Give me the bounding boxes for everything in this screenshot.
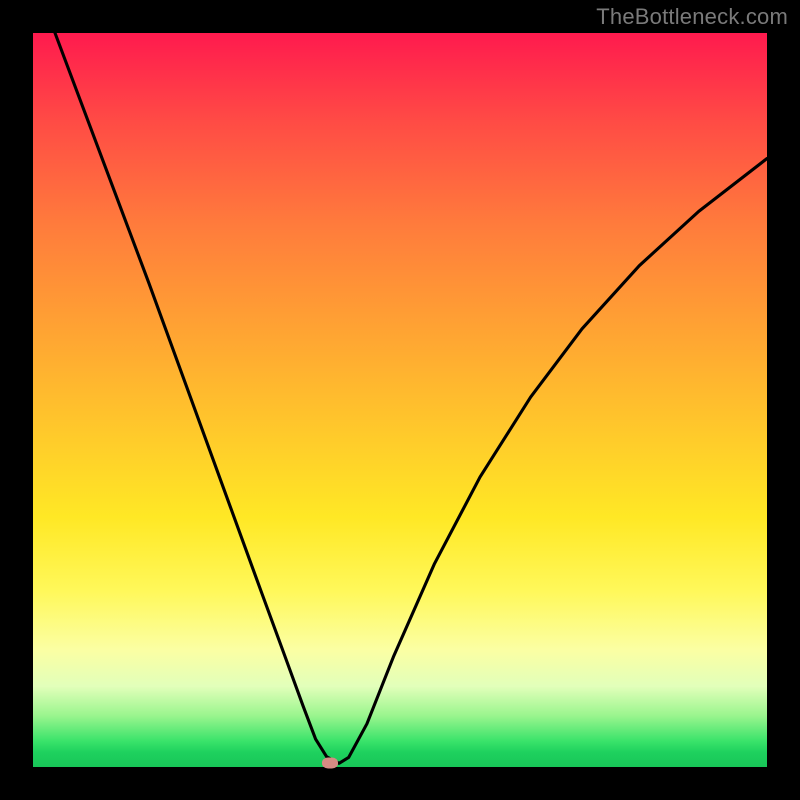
optimal-marker xyxy=(322,758,338,769)
curve-svg xyxy=(33,33,767,767)
chart-frame: TheBottleneck.com xyxy=(0,0,800,800)
bottleneck-curve-path xyxy=(55,33,767,763)
plot-area xyxy=(33,33,767,767)
watermark-text: TheBottleneck.com xyxy=(596,4,788,30)
